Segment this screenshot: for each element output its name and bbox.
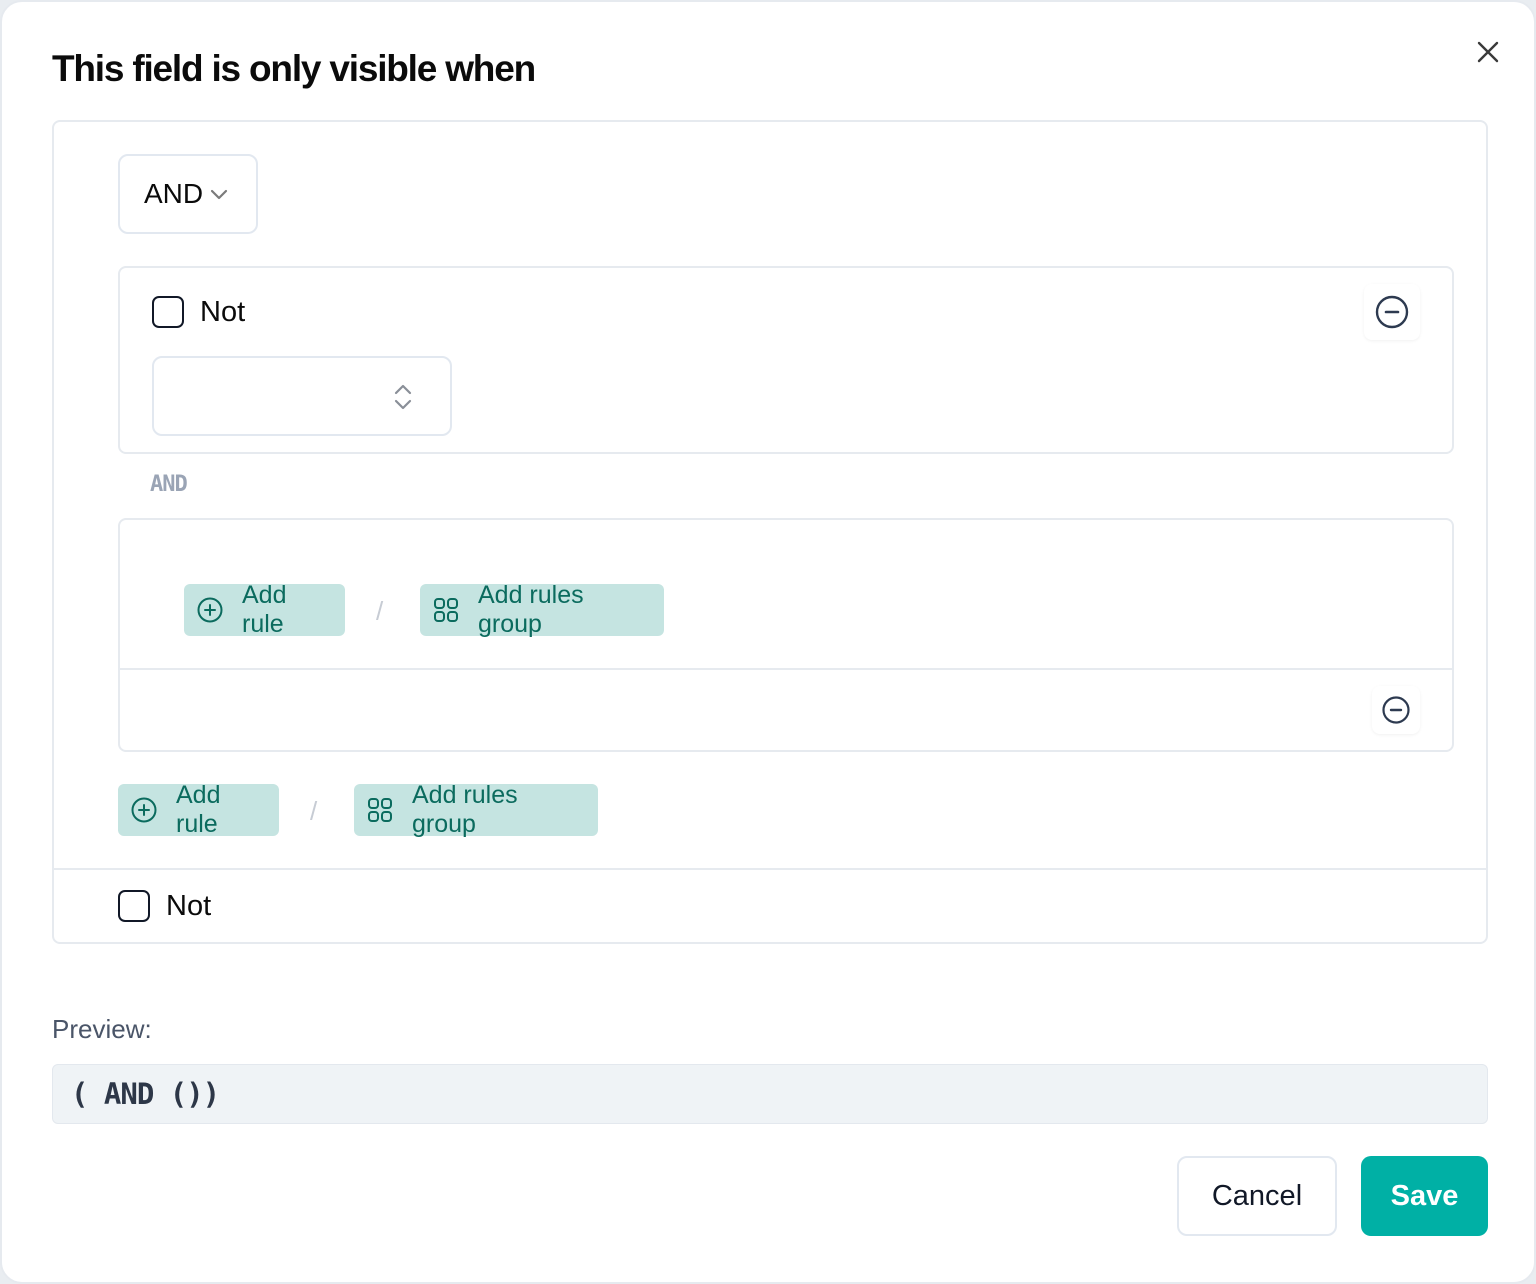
root-not-label: Not <box>166 890 212 922</box>
root-not-checkbox[interactable] <box>118 890 150 922</box>
rule-field-select[interactable] <box>152 356 452 436</box>
close-icon <box>1477 41 1499 63</box>
combinator-separator: AND <box>150 472 188 497</box>
actions-separator: / <box>376 596 384 626</box>
remove-rule-button[interactable] <box>1364 284 1420 340</box>
grid-icon <box>366 796 394 824</box>
close-button[interactable] <box>1472 36 1504 68</box>
dialog-title: This field is only visible when <box>52 48 536 89</box>
rule-not-label: Not <box>200 296 246 328</box>
minus-circle-icon <box>1375 295 1409 329</box>
chevron-up-down-icon <box>394 384 412 410</box>
root-group-divider <box>52 868 1488 870</box>
nested-group-divider <box>118 668 1454 670</box>
add-rule-label: Add rule <box>176 781 221 838</box>
rule-not-checkbox[interactable] <box>152 296 184 328</box>
minus-circle-icon <box>1382 696 1410 724</box>
add-rules-group-button[interactable]: Add rules group <box>354 781 598 838</box>
remove-group-button[interactable] <box>1372 686 1420 734</box>
save-button[interactable]: Save <box>1361 1156 1488 1236</box>
combinator-select[interactable]: AND <box>118 154 258 234</box>
nested-add-group-label: Add rules group <box>478 581 584 638</box>
grid-icon <box>432 596 460 624</box>
add-rules-group-label: Add rules group <box>412 781 518 838</box>
combinator-value: AND <box>144 178 204 209</box>
cancel-button[interactable]: Cancel <box>1177 1156 1337 1236</box>
add-rule-button[interactable]: Add rule <box>118 781 279 838</box>
actions-separator: / <box>310 796 318 826</box>
preview-label: Preview: <box>52 1014 152 1044</box>
nested-add-group-button[interactable]: Add rules group <box>420 581 664 638</box>
nested-add-rule-button[interactable]: Add rule <box>184 581 345 638</box>
chevron-down-icon <box>211 189 228 200</box>
nested-add-rule-label: Add rule <box>242 581 287 638</box>
plus-circle-icon <box>130 796 158 824</box>
preview-expression: ( AND ()) <box>52 1064 1488 1124</box>
plus-circle-icon <box>196 596 224 624</box>
visibility-conditions-dialog: This field is only visible when AND Not … <box>0 0 1536 1284</box>
